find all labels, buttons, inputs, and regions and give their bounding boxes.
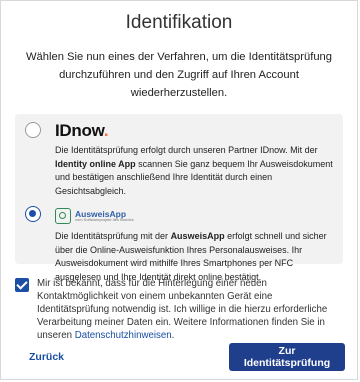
ausweisapp-radio[interactable] — [25, 206, 41, 222]
consent-row: Mir ist bekannt, dass für die Hinterlegu… — [15, 277, 343, 342]
idnow-logo-text: IDnow — [55, 121, 104, 140]
verification-options: IDnow. Die Identitätsprüfung erfolgt dur… — [15, 114, 343, 282]
idnow-desc-bold: Identity online App — [55, 158, 136, 169]
privacy-link[interactable]: Datenschutzhinweisen — [75, 330, 172, 341]
consent-checkbox[interactable] — [15, 278, 29, 292]
start-verification-button[interactable]: Zur Identitätsprüfung — [229, 343, 345, 371]
ausweisapp-desc-part1: Die Identitätsprüfung mit der — [55, 231, 171, 241]
idnow-desc-part1: Die Identitätsprüfung erfolgt durch unse… — [55, 145, 318, 155]
option-ausweisapp[interactable]: AusweisApp vom Softwareprojekt des Bunde… — [25, 206, 333, 284]
identification-dialog: Identifikation Wählen Sie nun eines der … — [0, 0, 358, 380]
idnow-description: Die Identitätsprüfung erfolgt durch unse… — [55, 144, 333, 198]
consent-suffix: . — [171, 330, 175, 341]
ausweisapp-desc-bold: AusweisApp — [170, 231, 225, 241]
dialog-intro: Wählen Sie nun eines der Verfahren, um d… — [26, 51, 332, 99]
idnow-logo-dot: . — [103, 121, 109, 140]
ausweisapp-logo-icon — [55, 208, 71, 224]
ausweisapp-description: Die Identitätsprüfung mit der AusweisApp… — [55, 230, 333, 284]
dialog-footer: Zurück Zur Identitätsprüfung — [1, 343, 357, 373]
idnow-logo: IDnow. — [55, 122, 333, 140]
back-link[interactable]: Zurück — [29, 351, 64, 363]
dialog-title: Identifikation — [125, 12, 233, 33]
ausweisapp-logo: AusweisApp vom Softwareprojekt des Bunde… — [55, 206, 333, 226]
idnow-radio[interactable] — [25, 122, 41, 138]
option-idnow[interactable]: IDnow. Die Identitätsprüfung erfolgt dur… — [25, 122, 333, 198]
ausweisapp-logo-sub: vom Softwareprojekt des Bundes — [75, 217, 134, 223]
